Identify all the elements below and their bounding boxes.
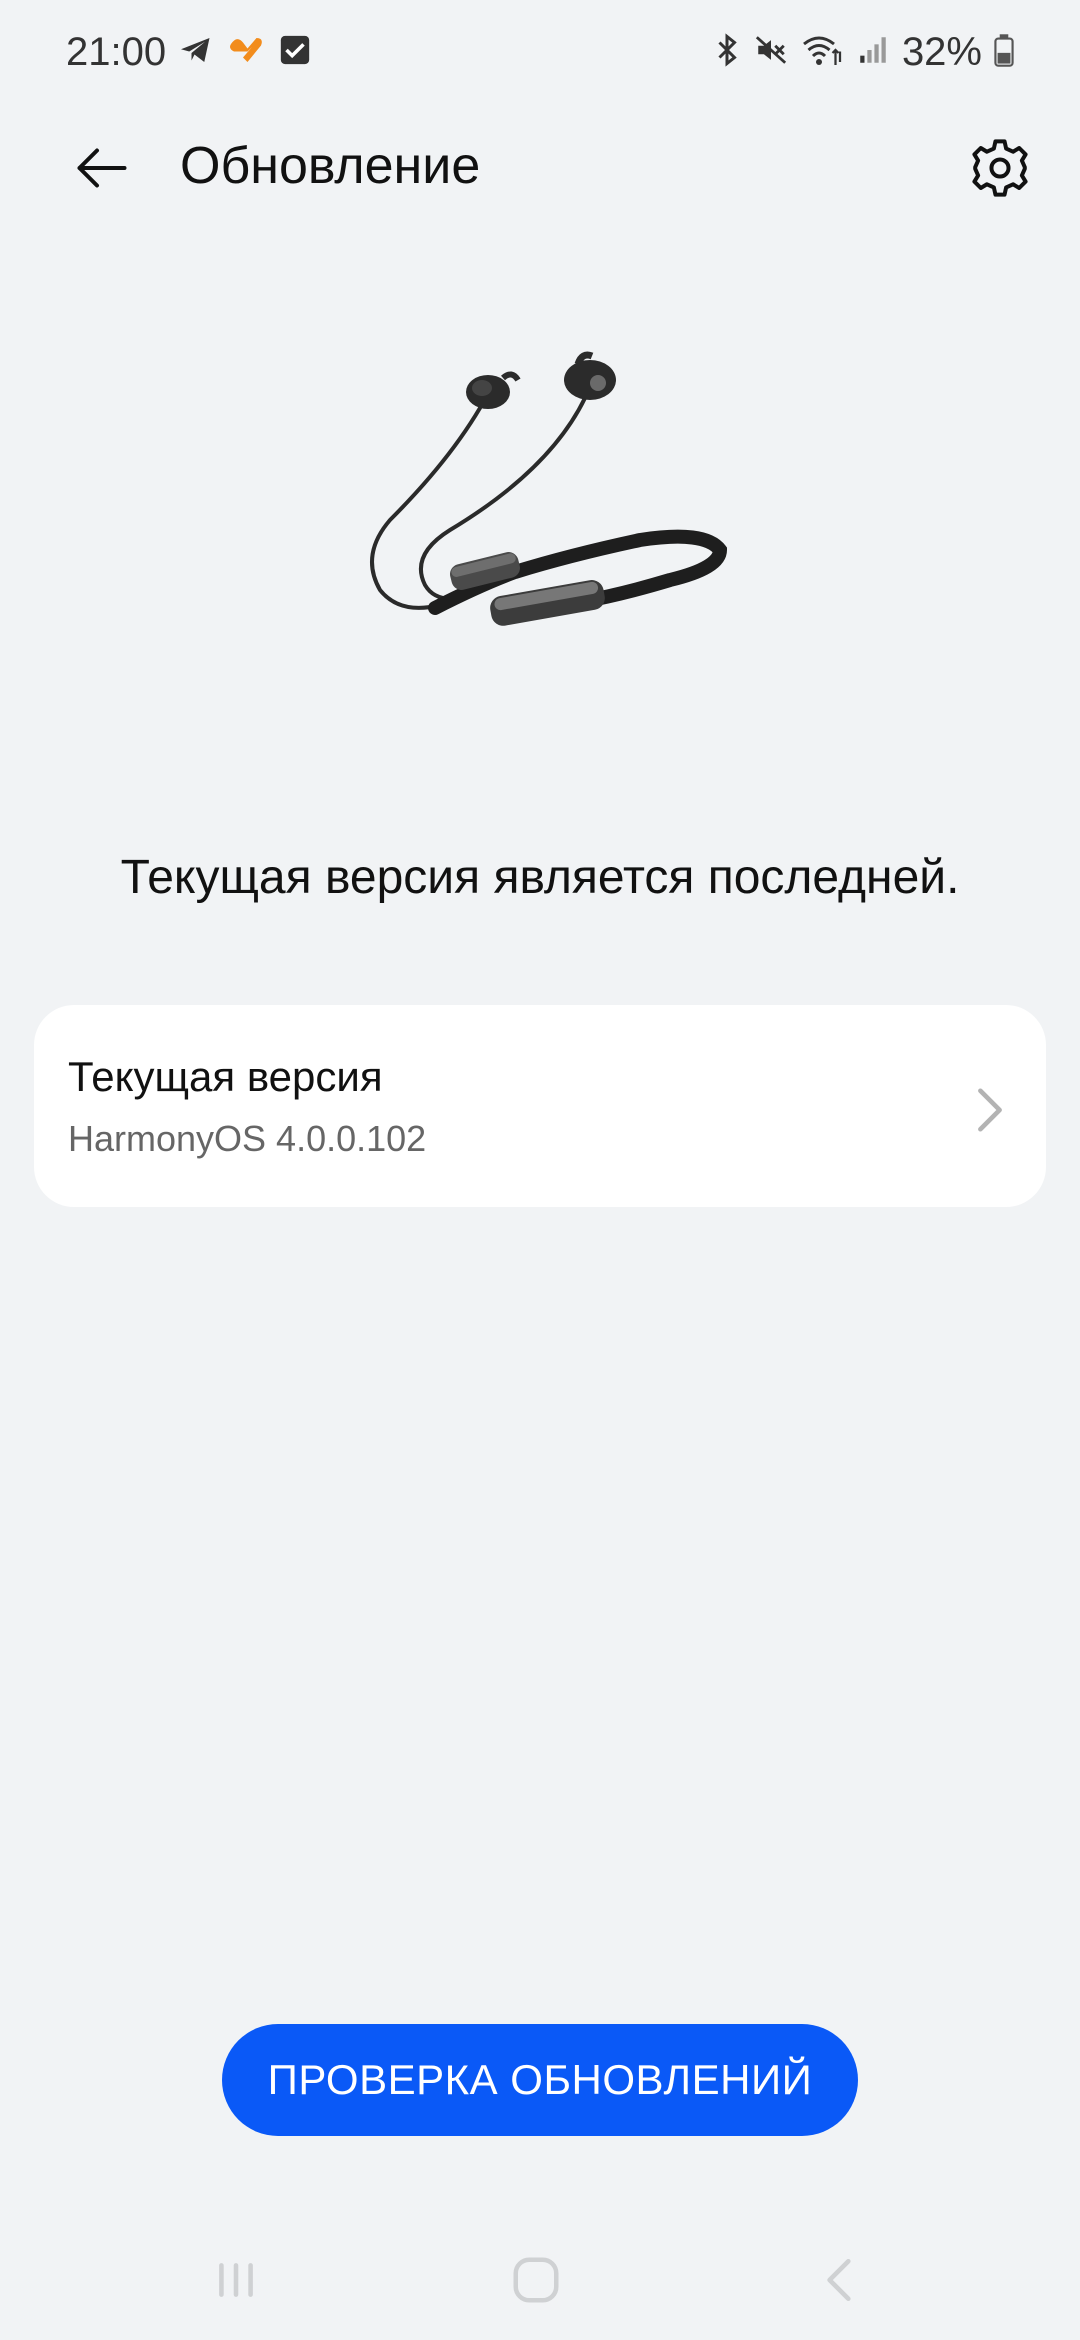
signal-icon	[856, 32, 890, 73]
mute-icon	[754, 32, 788, 73]
recents-icon	[219, 2263, 253, 2297]
home-icon	[513, 2257, 559, 2303]
neckband-earphones-image	[370, 351, 728, 626]
status-bar: 21:00 32%	[0, 0, 1080, 110]
telegram-icon	[178, 32, 214, 73]
battery-icon	[994, 32, 1014, 73]
current-version-label: Текущая версия	[68, 1053, 383, 1100]
checkbox-icon	[278, 33, 312, 72]
current-version-card[interactable]: Текущая версия HarmonyOS 4.0.0.102	[34, 1005, 1046, 1207]
bluetooth-icon	[712, 32, 742, 73]
nav-back-button[interactable]	[800, 2250, 880, 2310]
update-status-message: Текущая версия является последней.	[120, 851, 960, 904]
chevron-right-icon	[978, 1088, 1002, 1132]
current-version-value: HarmonyOS 4.0.0.102	[68, 1118, 427, 1159]
system-navigation-bar	[0, 2220, 1080, 2340]
gear-icon	[972, 139, 1028, 197]
check-updates-button[interactable]: ПРОВЕРКА ОБНОВЛЕНИЙ	[222, 2024, 858, 2136]
page-title: Обновление	[180, 137, 481, 195]
home-button[interactable]	[496, 2250, 576, 2310]
arrow-left-icon	[77, 148, 127, 188]
status-notification-icons	[178, 32, 312, 73]
recents-button[interactable]	[196, 2250, 276, 2310]
app-heart-icon	[226, 32, 266, 73]
status-time: 21:00	[66, 30, 167, 74]
status-system-icons: 32%	[712, 30, 1014, 74]
product-image	[340, 340, 740, 700]
wifi-icon	[800, 32, 844, 73]
app-header: Обновление	[0, 110, 1080, 220]
settings-button[interactable]	[960, 128, 1040, 208]
battery-percentage: 32%	[901, 30, 982, 74]
back-button[interactable]	[62, 128, 142, 208]
back-icon	[827, 2258, 851, 2302]
